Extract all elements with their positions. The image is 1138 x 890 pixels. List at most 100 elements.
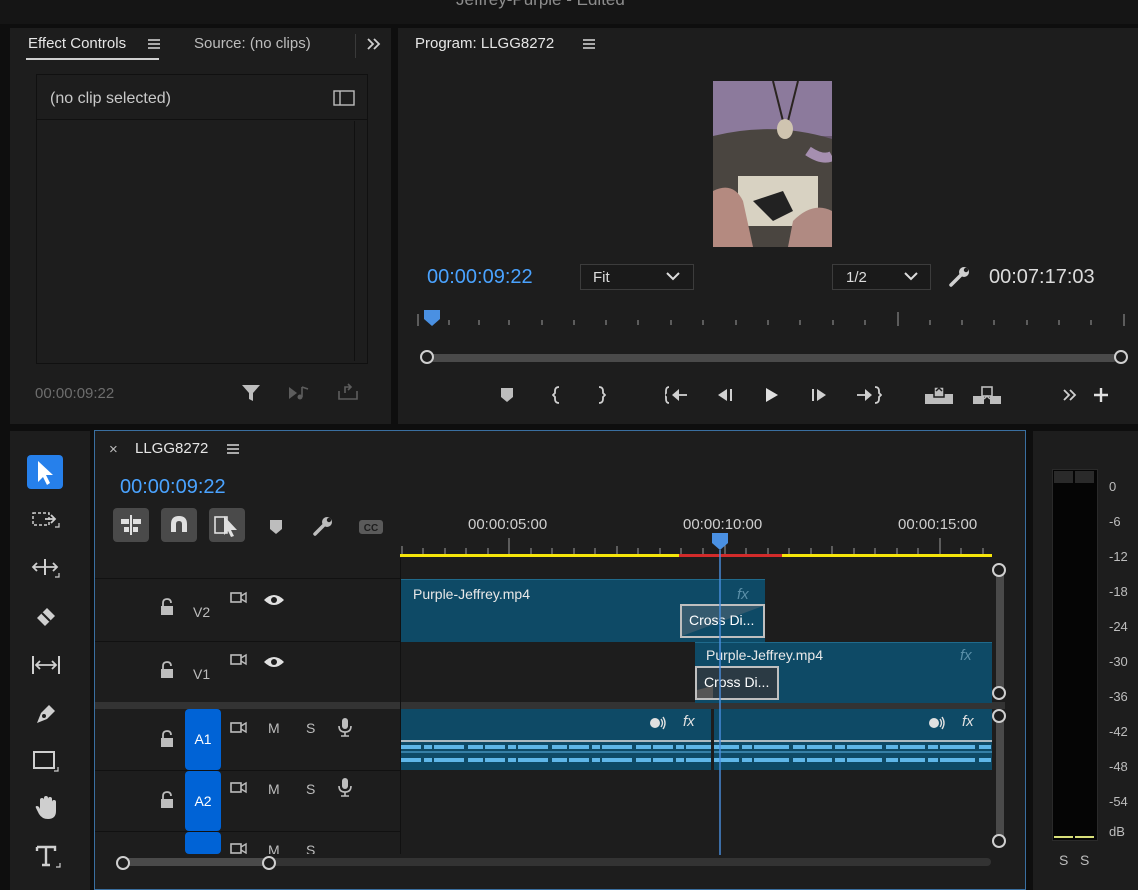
fx-badge-icon[interactable]: fx	[737, 586, 749, 603]
nest-toggle-button[interactable]	[113, 508, 149, 542]
effect-controls-menu-icon[interactable]	[148, 39, 160, 49]
extract-icon[interactable]	[972, 385, 1002, 405]
program-playhead-timecode[interactable]: 00:00:09:22	[427, 266, 533, 289]
audio-meter-panel: 0 -6 -12 -18 -24 -30 -36 -42 -48 -54 dB …	[1033, 431, 1138, 890]
step-forward-icon[interactable]	[810, 387, 830, 403]
track-select-tool-icon[interactable]	[31, 509, 61, 531]
eye-icon[interactable]	[263, 655, 285, 669]
zoom-handle-left[interactable]	[420, 350, 434, 364]
type-tool-icon[interactable]	[34, 843, 62, 871]
play-icon[interactable]	[764, 386, 780, 404]
timeline-ruler[interactable]	[400, 534, 994, 558]
step-back-icon[interactable]	[716, 387, 736, 403]
panel-overflow-icon[interactable]	[366, 36, 382, 52]
tools-panel	[10, 431, 90, 890]
a1-clip-right[interactable]: fx	[714, 709, 992, 770]
lift-icon[interactable]	[924, 385, 954, 405]
program-ruler[interactable]	[416, 310, 1126, 330]
slip-tool-icon[interactable]	[30, 654, 62, 676]
fx-badge-icon[interactable]: fx	[960, 647, 972, 664]
meter-peak-right	[1075, 471, 1094, 483]
lock-icon[interactable]	[159, 598, 175, 616]
title-bar: Jeffrey-Purple - Edited	[0, 0, 1138, 24]
go-to-out-icon[interactable]	[856, 386, 882, 404]
lock-icon[interactable]	[159, 661, 175, 679]
meter-solo-right[interactable]: S	[1080, 852, 1089, 868]
fx-badge-icon[interactable]: fx	[683, 713, 695, 730]
lock-icon[interactable]	[159, 730, 175, 748]
selection-tool[interactable]	[27, 455, 63, 489]
track-label-a1[interactable]: A1	[185, 709, 221, 770]
captions-icon[interactable]: CC	[358, 518, 384, 536]
video-scroll-top-handle[interactable]	[992, 563, 1006, 577]
timeline-playhead-timecode[interactable]: 00:00:09:22	[120, 476, 226, 499]
track-label-a2[interactable]: A2	[185, 771, 221, 831]
v1-cross-dissolve[interactable]: Cross Di...	[695, 666, 779, 700]
toggle-sync-lock-icon[interactable]	[230, 721, 248, 735]
solo-button[interactable]: S	[306, 781, 315, 797]
play-audio-icon[interactable]	[288, 385, 312, 401]
solo-button[interactable]: S	[306, 842, 315, 854]
zoom-handle-right[interactable]	[1114, 350, 1128, 364]
program-menu-icon[interactable]	[583, 39, 595, 49]
track-label-v1[interactable]: V1	[193, 666, 210, 682]
timeline-panel: × LLGG8272 00:00:09:22 CC 00:00:05:00 00…	[94, 430, 1026, 890]
eye-icon[interactable]	[263, 593, 285, 607]
microphone-icon[interactable]	[338, 717, 352, 737]
timeline-zoom-right-handle[interactable]	[262, 856, 276, 870]
toggle-sync-lock-icon[interactable]	[230, 653, 248, 667]
ripple-edit-tool-icon[interactable]	[31, 557, 61, 579]
close-sequence-button[interactable]: ×	[109, 441, 118, 458]
mark-in-icon[interactable]	[552, 386, 562, 404]
timeline-zoom-range[interactable]	[123, 858, 271, 866]
fit-dropdown[interactable]: Fit	[580, 264, 694, 290]
meter-scale-48: -48	[1109, 759, 1128, 774]
mute-button[interactable]: M	[268, 781, 280, 797]
timeline-zoom-left-handle[interactable]	[116, 856, 130, 870]
mute-button[interactable]: M	[268, 720, 280, 736]
toggle-sync-lock-icon[interactable]	[230, 842, 248, 854]
snap-button[interactable]	[161, 508, 197, 542]
add-button-icon[interactable]	[1092, 386, 1110, 404]
audio-scroll-top-handle[interactable]	[992, 709, 1006, 723]
mute-button[interactable]: M	[268, 842, 280, 854]
timeline-settings-wrench-icon[interactable]	[312, 515, 334, 537]
razor-tool-icon[interactable]	[33, 604, 59, 630]
track-label-a3[interactable]	[185, 832, 221, 854]
filter-icon[interactable]	[241, 383, 261, 403]
timeline-add-marker-icon[interactable]	[269, 519, 283, 535]
pen-tool-icon[interactable]	[33, 701, 59, 727]
resolution-dropdown[interactable]: 1/2	[832, 264, 931, 290]
add-marker-icon[interactable]	[500, 387, 514, 403]
toggle-sync-lock-icon[interactable]	[230, 781, 248, 795]
tab-effect-controls[interactable]: Effect Controls	[28, 35, 126, 52]
panel-toggle-icon[interactable]	[333, 90, 355, 106]
tab-source[interactable]: Source: (no clips)	[194, 35, 311, 52]
export-icon[interactable]	[337, 383, 359, 401]
meter-solo-left[interactable]: S	[1059, 852, 1068, 868]
ruler-label-10s: 00:00:10:00	[683, 516, 763, 533]
rectangle-tool-icon[interactable]	[32, 749, 60, 773]
fx-badge-icon[interactable]: fx	[962, 713, 974, 730]
mark-out-icon[interactable]	[596, 386, 606, 404]
more-controls-icon[interactable]	[1062, 388, 1078, 402]
sequence-tab[interactable]: LLGG8272	[135, 440, 208, 457]
solo-button[interactable]: S	[306, 720, 315, 736]
linked-selection-button[interactable]	[209, 508, 245, 542]
wrench-icon[interactable]	[948, 264, 972, 288]
video-scroll-bottom-handle[interactable]	[992, 686, 1006, 700]
audio-scroll-bottom-handle[interactable]	[992, 834, 1006, 848]
effect-controls-timecode: 00:00:09:22	[35, 385, 115, 402]
timeline-menu-icon[interactable]	[227, 444, 239, 454]
toggle-sync-lock-icon[interactable]	[230, 591, 248, 605]
go-to-in-icon[interactable]	[665, 386, 689, 404]
track-label-v2[interactable]: V2	[193, 604, 210, 620]
video-tracks-scrollbar[interactable]	[996, 566, 1004, 694]
lock-icon[interactable]	[159, 791, 175, 809]
microphone-icon[interactable]	[338, 777, 352, 797]
program-zoom-scrollbar[interactable]	[420, 350, 1128, 365]
audio-tracks-scrollbar[interactable]	[996, 713, 1004, 841]
clip-area-scrollbar[interactable]	[354, 121, 355, 361]
hand-tool-icon[interactable]	[33, 794, 61, 822]
a1-clip-left[interactable]: fx	[401, 709, 711, 770]
